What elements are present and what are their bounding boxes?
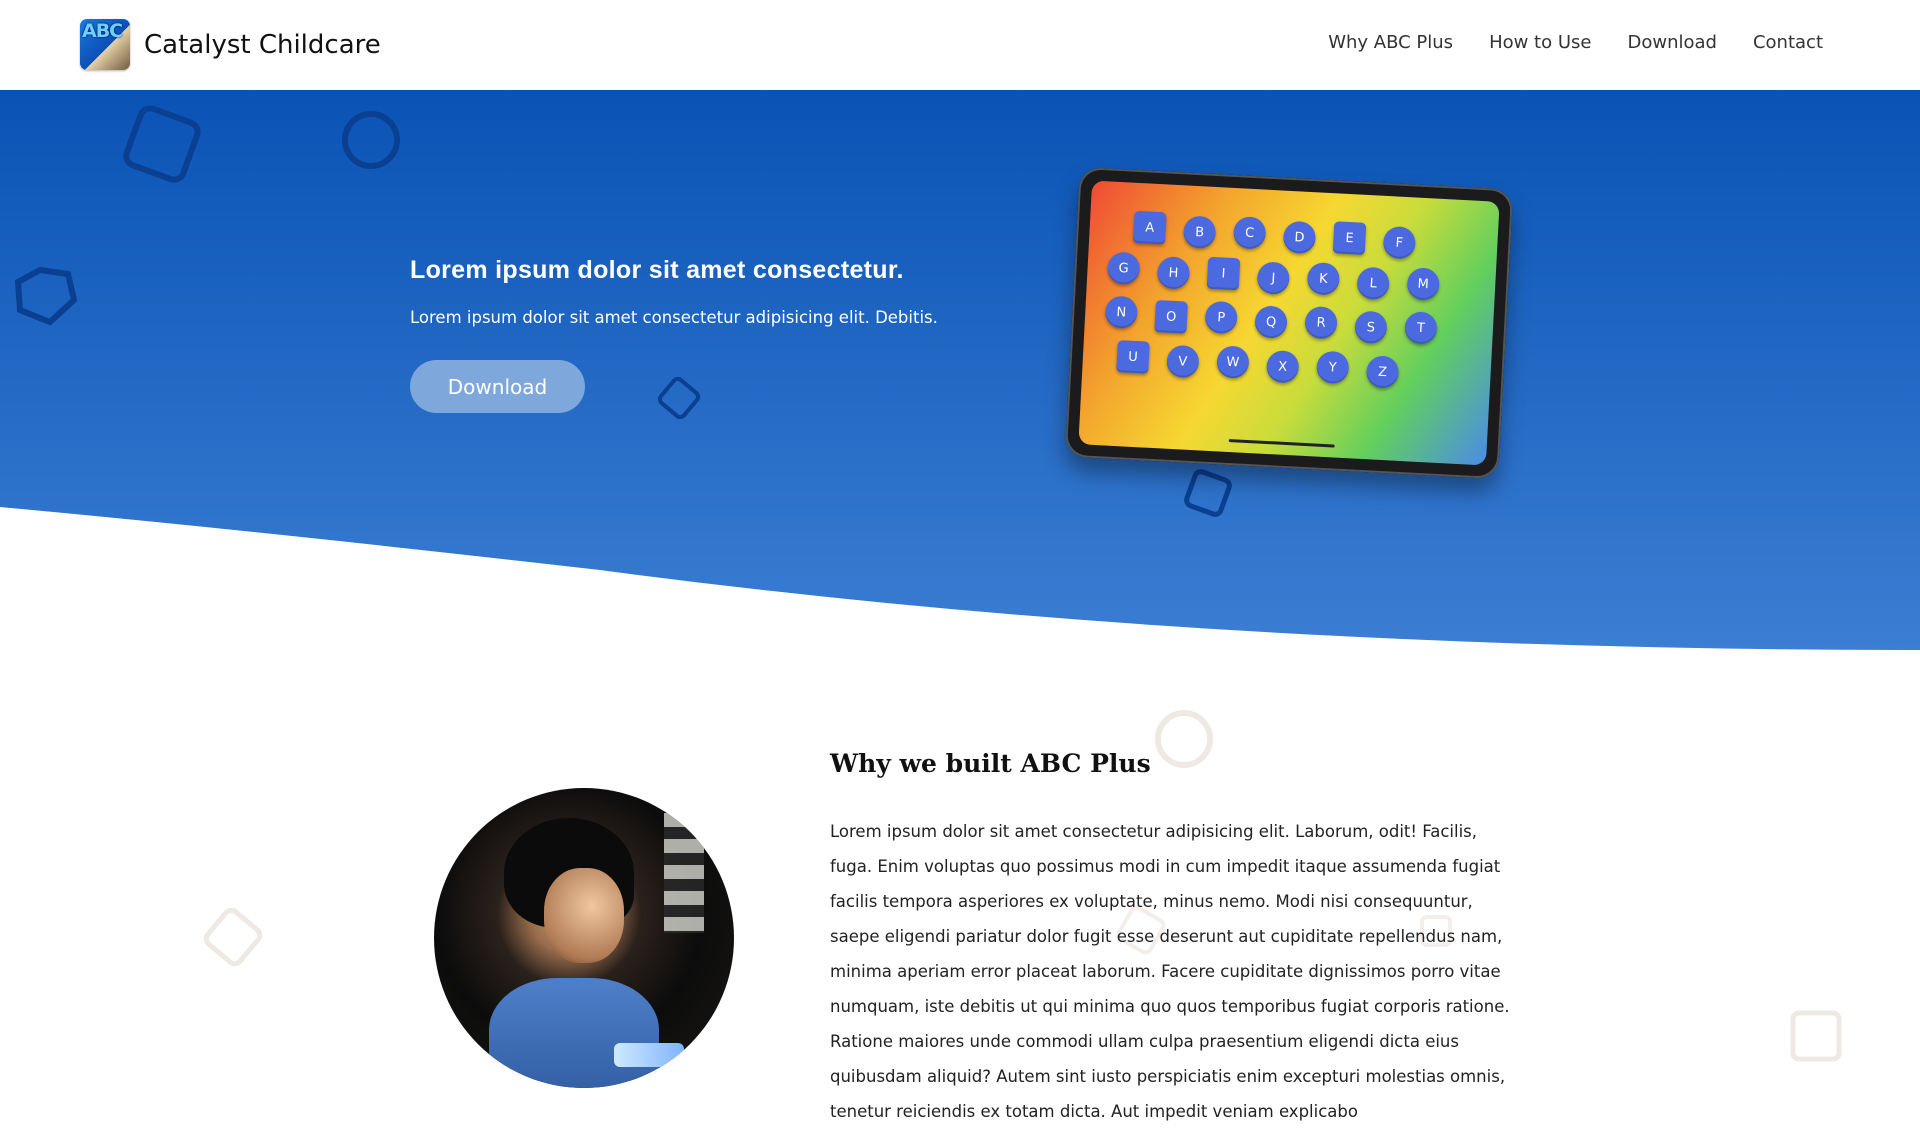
letter-key-d[interactable]: D bbox=[1282, 220, 1317, 255]
letter-key-p[interactable]: P bbox=[1204, 300, 1239, 335]
letter-key-l[interactable]: L bbox=[1356, 266, 1391, 301]
letter-key-m[interactable]: M bbox=[1406, 267, 1441, 301]
letter-key-s[interactable]: S bbox=[1354, 310, 1388, 345]
letter-key-e[interactable]: E bbox=[1332, 221, 1367, 255]
letter-key-j[interactable]: J bbox=[1256, 261, 1291, 295]
home-indicator bbox=[1228, 439, 1335, 448]
hero-background bbox=[0, 90, 1920, 650]
hero-subtitle: Lorem ipsum dolor sit amet consectetur a… bbox=[410, 308, 938, 327]
letter-key-b[interactable]: B bbox=[1182, 215, 1217, 250]
about-body: Lorem ipsum dolor sit amet consectetur a… bbox=[830, 822, 1510, 1121]
site-header: ABC Catalyst Childcare Why ABC Plus How … bbox=[0, 0, 1920, 90]
tablet-screen: ABCDEF GHIJKLM NOPQRST UVWXYZ bbox=[1078, 180, 1500, 466]
letter-key-a[interactable]: A bbox=[1132, 210, 1167, 245]
tablet-mockup: ABCDEF GHIJKLM NOPQRST UVWXYZ bbox=[1064, 166, 1514, 480]
letter-key-c[interactable]: C bbox=[1232, 216, 1267, 250]
nav-link-how-to-use[interactable]: How to Use bbox=[1489, 32, 1591, 53]
letter-key-q[interactable]: Q bbox=[1254, 305, 1288, 339]
nav-link-download[interactable]: Download bbox=[1627, 32, 1716, 53]
main-nav: Why ABC Plus How to Use Download Contact bbox=[1328, 32, 1823, 53]
brand[interactable]: ABC Catalyst Childcare bbox=[80, 19, 381, 70]
letter-key-f[interactable]: F bbox=[1382, 225, 1417, 260]
letter-key-w[interactable]: W bbox=[1216, 345, 1250, 379]
letter-key-h[interactable]: H bbox=[1156, 256, 1191, 290]
about-title: Why we built ABC Plus bbox=[830, 749, 1151, 778]
letter-key-i[interactable]: I bbox=[1206, 256, 1241, 291]
hero-download-button[interactable]: Download bbox=[410, 360, 585, 413]
brand-name: Catalyst Childcare bbox=[144, 29, 381, 60]
child-with-tablet-photo bbox=[434, 788, 734, 1088]
letter-key-k[interactable]: K bbox=[1306, 261, 1341, 296]
letter-key-x[interactable]: X bbox=[1265, 349, 1300, 384]
app-logo-icon: ABC bbox=[80, 19, 130, 70]
letter-key-z[interactable]: Z bbox=[1365, 355, 1400, 389]
letter-key-y[interactable]: Y bbox=[1315, 350, 1350, 385]
letter-key-v[interactable]: V bbox=[1166, 344, 1200, 379]
letter-key-u[interactable]: U bbox=[1116, 340, 1150, 374]
letter-key-r[interactable]: R bbox=[1304, 305, 1338, 340]
hero-section: Lorem ipsum dolor sit amet consectetur. … bbox=[0, 90, 1920, 650]
nav-link-contact[interactable]: Contact bbox=[1753, 32, 1823, 53]
hero-title: Lorem ipsum dolor sit amet consectetur. bbox=[410, 256, 904, 284]
letter-key-n[interactable]: N bbox=[1104, 295, 1139, 330]
letter-key-o[interactable]: O bbox=[1154, 300, 1188, 334]
nav-link-why-abc-plus[interactable]: Why ABC Plus bbox=[1328, 32, 1453, 53]
letter-key-g[interactable]: G bbox=[1106, 251, 1141, 286]
letter-key-t[interactable]: T bbox=[1404, 311, 1438, 345]
logo-text: ABC bbox=[82, 20, 123, 42]
